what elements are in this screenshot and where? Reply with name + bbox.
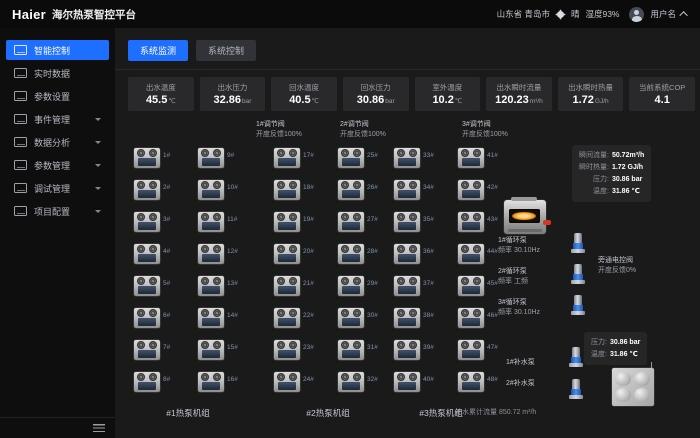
page-title: 海尔热泵智控平台: [52, 7, 136, 22]
metric-label: 当前系统COP: [639, 82, 685, 93]
menu-icon: [14, 45, 27, 55]
chevron-down-icon: [95, 187, 101, 190]
header-right: 山东省 青岛市 晴 湿度93% 用户名: [497, 7, 688, 22]
user-avatar[interactable]: [629, 7, 644, 22]
metric-value: 4.1: [655, 95, 670, 106]
sidebar-item-3[interactable]: 参数设置: [6, 86, 109, 106]
haier-logo: Haier: [12, 7, 46, 22]
sidebar-item-label: 智能控制: [34, 44, 101, 57]
sidebar-item-label: 实时数据: [34, 67, 101, 80]
metric-label: 室外温度: [432, 82, 462, 93]
app-root: Haier 海尔热泵智控平台 山东省 青岛市 晴 湿度93% 用户名 智能控制实…: [0, 0, 700, 438]
metric-card: 出水瞬时流量 120.23m³/h: [486, 77, 552, 111]
top-bar: Haier 海尔热泵智控平台 山东省 青岛市 晴 湿度93% 用户名: [0, 0, 700, 28]
menu-icon: [14, 68, 27, 78]
metric-value: 40.5℃: [289, 95, 319, 106]
menu-icon: [14, 91, 27, 101]
sidebar-item-6[interactable]: 参数管理: [6, 155, 109, 175]
chevron-down-icon: [95, 141, 101, 144]
menu-icon: [14, 160, 27, 170]
metric-unit: bar: [385, 98, 394, 105]
sidebar-item-label: 数据分析: [34, 136, 88, 149]
metric-card: 室外温度 10.2℃: [415, 77, 481, 111]
chevron-down-icon: [95, 210, 101, 213]
sidebar-menu: 智能控制实时数据参数设置事件管理数据分析参数管理调试管理项目配置: [0, 28, 115, 221]
metric-value: 45.5℃: [146, 95, 176, 106]
sidebar-item-4[interactable]: 事件管理: [6, 109, 109, 129]
metric-label: 出水温度: [146, 82, 176, 93]
humidity-text: 湿度93%: [585, 8, 619, 20]
metric-value: 30.86bar: [357, 95, 395, 106]
metric-unit: GJ/h: [595, 98, 609, 105]
sidebar-item-label: 参数管理: [34, 159, 88, 172]
menu-icon: [14, 183, 27, 193]
tab-1[interactable]: 系统监测: [128, 40, 188, 61]
sidebar-footer: [0, 417, 115, 438]
metric-card: 出水瞬时热量 1.72GJ/h: [558, 77, 624, 111]
chevron-down-icon: [95, 118, 101, 121]
user-name[interactable]: 用户名: [650, 8, 676, 20]
menu-icon: [14, 114, 27, 124]
tab-2[interactable]: 系统控制: [196, 40, 256, 61]
weather-text: 晴: [571, 8, 580, 20]
metric-value: 10.2℃: [432, 95, 462, 106]
tab-bar: 系统监测系统控制: [115, 28, 700, 70]
sidebar-item-1[interactable]: 智能控制: [6, 40, 109, 60]
sidebar-item-label: 事件管理: [34, 113, 88, 126]
metric-unit: ℃: [455, 98, 462, 105]
metric-label: 回水压力: [361, 82, 391, 93]
sidebar-item-2[interactable]: 实时数据: [6, 63, 109, 83]
brand: Haier 海尔热泵智控平台: [12, 7, 136, 22]
chevron-up-icon[interactable]: [679, 11, 687, 19]
location-text: 山东省 青岛市: [497, 8, 550, 20]
metric-unit: ℃: [312, 98, 319, 105]
metric-card: 出水温度 45.5℃: [128, 77, 194, 111]
sidebar-item-5[interactable]: 数据分析: [6, 132, 109, 152]
metric-card: 当前系统COP 4.1: [629, 77, 695, 111]
collapse-sidebar-icon[interactable]: [93, 424, 105, 432]
metric-value: 32.86bar: [213, 95, 251, 106]
metric-label: 出水瞬时热量: [568, 82, 613, 93]
sidebar-item-7[interactable]: 调试管理: [6, 178, 109, 198]
chevron-down-icon: [95, 164, 101, 167]
sidebar-item-label: 项目配置: [34, 205, 88, 218]
weather-sun-icon: [557, 11, 564, 18]
main-content: 系统监测系统控制 出水温度45.5℃出水压力32.86bar回水温度40.5℃回…: [115, 28, 700, 438]
metric-card: 回水温度 40.5℃: [271, 77, 337, 111]
sidebar-item-label: 参数设置: [34, 90, 101, 103]
metric-card: 出水压力 32.86bar: [200, 77, 266, 111]
metric-unit: bar: [242, 98, 251, 105]
sidebar: 智能控制实时数据参数设置事件管理数据分析参数管理调试管理项目配置: [0, 28, 115, 438]
sidebar-item-8[interactable]: 项目配置: [6, 201, 109, 221]
sidebar-item-label: 调试管理: [34, 182, 88, 195]
metric-unit: ℃: [168, 98, 175, 105]
metric-value: 1.72GJ/h: [572, 95, 608, 106]
metric-label: 出水压力: [217, 82, 247, 93]
menu-icon: [14, 206, 27, 216]
metric-cards: 出水温度 45.5℃ 出水压力 32.86bar 回水温度 40.5℃ 回水压力 30.86b…: [115, 70, 700, 111]
metric-label: 出水瞬时流量: [496, 82, 541, 93]
menu-icon: [14, 137, 27, 147]
metric-unit: m³/h: [530, 98, 543, 105]
metric-label: 回水温度: [289, 82, 319, 93]
metric-value: 120.23m³/h: [495, 95, 543, 106]
metric-card: 回水压力 30.86bar: [343, 77, 409, 111]
